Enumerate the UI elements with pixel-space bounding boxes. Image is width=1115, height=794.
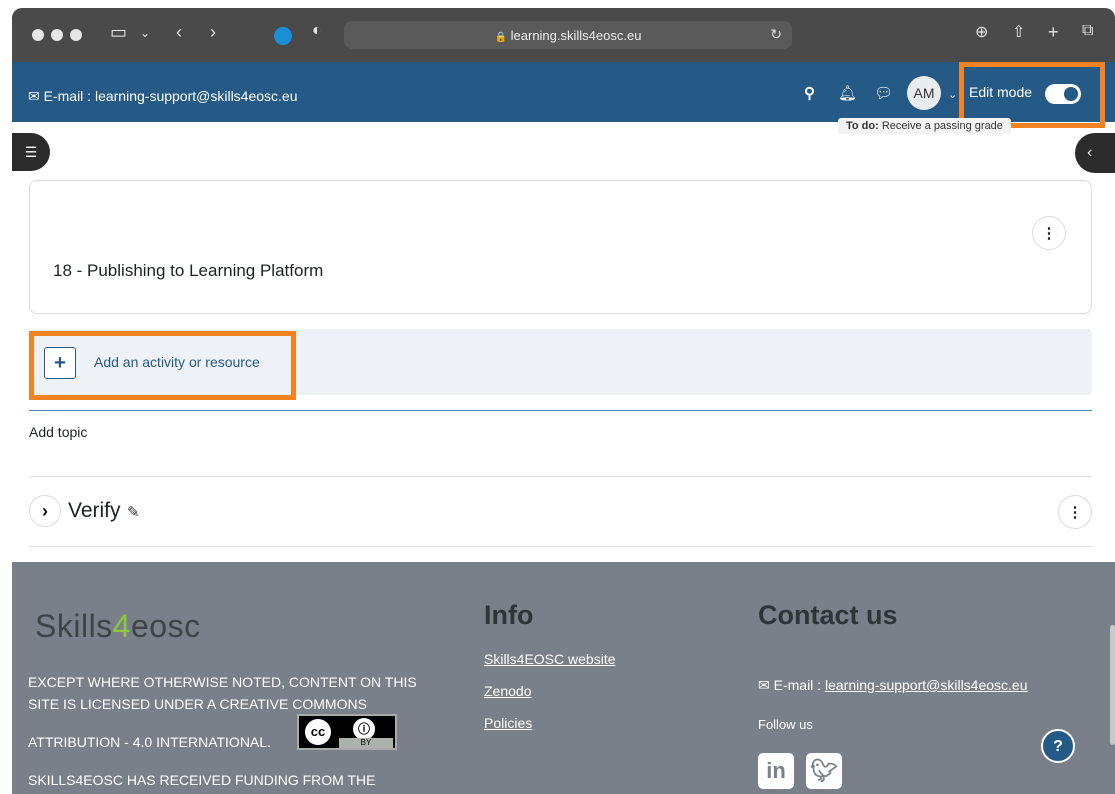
- todo-prefix: To do:: [846, 120, 879, 132]
- follow-us-label: Follow us: [758, 717, 813, 732]
- window-zoom-button[interactable]: [70, 29, 82, 41]
- edit-mode-label: Edit mode: [969, 84, 1033, 100]
- license-line-3: ATTRIBUTION - 4.0 INTERNATIONAL.: [28, 734, 271, 750]
- edit-pencil-icon[interactable]: ✎: [127, 503, 140, 521]
- new-tab-icon[interactable]: +: [1048, 22, 1059, 43]
- window-minimize-button[interactable]: [51, 29, 63, 41]
- add-topic-link[interactable]: Add topic: [29, 424, 87, 440]
- edit-mode-toggle[interactable]: [1045, 84, 1081, 104]
- contact-email-row: ✉ E-mail : learning-support@skills4eosc.…: [758, 677, 1028, 694]
- search-icon[interactable]: ⚲: [804, 84, 815, 102]
- cc-icon: cc: [305, 719, 331, 745]
- add-topic-divider: [29, 410, 1092, 411]
- info-heading: Info: [484, 600, 534, 630]
- reload-icon[interactable]: ↻: [770, 26, 782, 43]
- creative-commons-badge[interactable]: cc ⓘ BY: [297, 714, 397, 750]
- funding-line: SKILLS4EOSC HAS RECEIVED FUNDING FROM TH…: [28, 772, 376, 788]
- scrollbar[interactable]: [1110, 625, 1115, 745]
- attribution-icon: ⓘ: [353, 718, 375, 740]
- section-title-verify[interactable]: Verify: [68, 499, 121, 523]
- help-button[interactable]: ?: [1041, 729, 1075, 763]
- bell-icon[interactable]: 🔔︎: [838, 84, 857, 102]
- logo-text-b: 4: [112, 608, 131, 644]
- activity-title[interactable]: 18 - Publishing to Learning Platform: [53, 261, 323, 281]
- mail-icon: ✉: [758, 677, 770, 693]
- forward-icon[interactable]: ›: [210, 22, 216, 43]
- lock-icon: 🔒: [494, 32, 508, 43]
- toggle-knob: [1064, 87, 1078, 101]
- contact-email-link[interactable]: learning-support@skills4eosc.eu: [825, 677, 1028, 693]
- cc-by-label: BY: [339, 738, 393, 748]
- address-bar[interactable]: 🔒 learning.skills4eosc.eu ↻: [344, 21, 792, 49]
- logo-text-c: eosc: [130, 608, 201, 644]
- completion-todo: To do: Receive a passing grade: [838, 118, 1011, 134]
- extension-icon[interactable]: [274, 27, 292, 45]
- share-icon[interactable]: ⇧: [1012, 22, 1025, 42]
- avatar[interactable]: AM: [907, 76, 941, 110]
- activity-card: [29, 180, 1092, 314]
- tabs-icon[interactable]: ⧉: [1082, 22, 1093, 40]
- section-divider-top: [29, 476, 1092, 477]
- download-icon[interactable]: ⊕: [975, 22, 988, 42]
- highlight-box-add-activity: [29, 331, 296, 400]
- section-expand-button[interactable]: ›: [29, 495, 61, 527]
- header-email[interactable]: ✉ E-mail : learning-support@skills4eosc.…: [28, 88, 298, 105]
- contact-heading: Contact us: [758, 600, 898, 630]
- url-text: learning.skills4eosc.eu: [510, 28, 642, 43]
- course-index-toggle[interactable]: ☰: [12, 133, 50, 171]
- footer-link-policies[interactable]: Policies: [484, 715, 532, 731]
- footer-link-website[interactable]: Skills4EOSC website: [484, 651, 616, 667]
- skills4eosc-logo[interactable]: Skills4eosc: [35, 608, 201, 645]
- logo-text-a: Skills: [35, 608, 113, 644]
- back-icon[interactable]: ‹: [176, 22, 182, 43]
- chevron-down-icon[interactable]: ⌄: [140, 26, 150, 40]
- header-email-label: E-mail : learning-support@skills4eosc.eu: [43, 88, 298, 104]
- sidebar-icon[interactable]: ▭: [110, 22, 127, 43]
- shield-icon[interactable]: ◐: [312, 22, 322, 40]
- block-drawer-toggle[interactable]: ‹: [1075, 133, 1115, 173]
- license-line-1: EXCEPT WHERE OTHERWISE NOTED, CONTENT ON…: [28, 674, 417, 690]
- license-line-2: SITE IS LICENSED UNDER A CREATIVE COMMON…: [28, 696, 367, 712]
- section-actions-menu[interactable]: ⋮: [1058, 495, 1092, 529]
- chevron-down-icon[interactable]: ⌄: [948, 88, 957, 101]
- section-divider-bottom: [29, 546, 1092, 547]
- todo-text: Receive a passing grade: [881, 120, 1003, 132]
- contact-email-prefix: E-mail :: [773, 677, 825, 693]
- list-icon: ☰: [24, 144, 38, 160]
- chevron-right-icon: ›: [42, 501, 48, 521]
- window-close-button[interactable]: [32, 29, 44, 41]
- footer-link-zenodo[interactable]: Zenodo: [484, 683, 531, 699]
- chat-icon[interactable]: 💬︎: [874, 84, 893, 102]
- kebab-icon: ⋮: [1067, 504, 1083, 521]
- mail-icon: ✉: [28, 88, 40, 104]
- linkedin-icon[interactable]: in: [758, 753, 794, 789]
- activity-actions-menu[interactable]: ⋮: [1032, 216, 1066, 250]
- kebab-icon: ⋮: [1041, 225, 1057, 242]
- chevron-left-icon: ‹: [1087, 144, 1093, 161]
- twitter-icon[interactable]: 🐦︎: [806, 753, 842, 789]
